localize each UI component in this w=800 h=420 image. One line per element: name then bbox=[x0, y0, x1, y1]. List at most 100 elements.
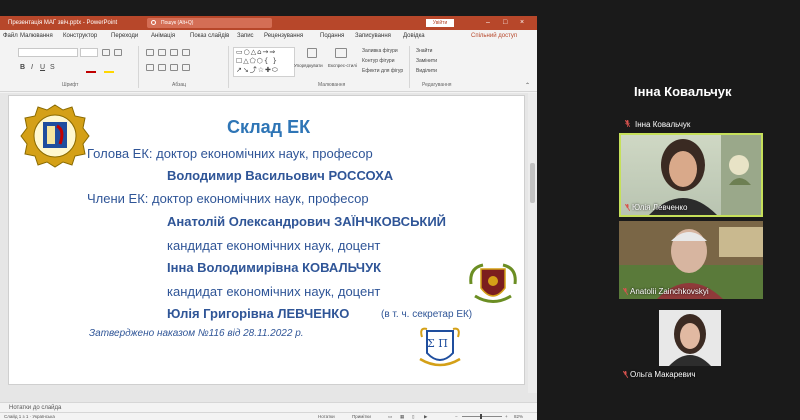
tab-record[interactable]: Запис bbox=[237, 33, 254, 39]
maximize-icon[interactable]: □ bbox=[503, 19, 507, 26]
participant-tile-makarevych[interactable]: Ольга Макаревич bbox=[619, 306, 763, 382]
numbering-icon[interactable] bbox=[158, 49, 166, 56]
close-icon[interactable]: × bbox=[520, 19, 524, 26]
strikethrough-icon[interactable]: S bbox=[50, 64, 55, 71]
mic-muted-icon bbox=[623, 288, 628, 295]
mic-muted-icon bbox=[623, 371, 628, 378]
ribbon-tabs: Файл Малювання Конструктор Переходи Анім… bbox=[0, 30, 537, 42]
slide-sorter-icon[interactable]: ▦ bbox=[400, 414, 404, 420]
scrollbar-thumb[interactable] bbox=[530, 163, 535, 203]
active-speaker-name: Інна Ковальчук bbox=[634, 84, 732, 99]
participant-tile-zainchkovskyi[interactable]: Anatolii Zainchkovskyi bbox=[619, 221, 763, 299]
mic-muted-icon bbox=[625, 204, 630, 211]
tab-file[interactable]: Файл bbox=[3, 33, 18, 39]
tab-transitions[interactable]: Переходи bbox=[111, 33, 138, 39]
slide-line-member3-name: Юлія Григорівна ЛЕВЧЕНКО bbox=[167, 306, 350, 321]
participant-name: Anatolii Zainchkovskyi bbox=[630, 287, 709, 296]
department-emblem-letters: Σ П bbox=[427, 337, 448, 350]
notes-status-button[interactable]: Нотатки bbox=[318, 414, 335, 419]
quick-styles-button[interactable]: Експрес-стилі bbox=[328, 47, 357, 79]
shrink-font-icon[interactable] bbox=[114, 49, 122, 56]
title-bar: Презентація МАГ звіч.pptx - PowerPoint П… bbox=[0, 16, 537, 30]
underline-icon[interactable]: U bbox=[40, 64, 45, 71]
group-label-editing: Редагування bbox=[422, 82, 452, 88]
shapes-gallery[interactable]: ▭○△⌂→⇒ ☐△⬠⬡{ } ↗↘⤴☆✚⬭ bbox=[233, 47, 295, 77]
highlight-icon[interactable] bbox=[104, 71, 114, 73]
search-box[interactable]: Пошук (Alt+Q) bbox=[147, 18, 272, 28]
minimize-icon[interactable]: – bbox=[486, 19, 490, 26]
slide-line-member1-name: Анатолій Олександрович ЗАЇНЧКОВСЬКИЙ bbox=[167, 214, 447, 229]
tab-draw[interactable]: Малювання bbox=[20, 33, 53, 39]
comments-status-button[interactable]: Примітки bbox=[352, 414, 371, 419]
align-center-icon[interactable] bbox=[158, 64, 166, 71]
zoom-level[interactable]: 82% bbox=[514, 414, 523, 419]
zoom-slider-knob[interactable] bbox=[480, 414, 482, 419]
bullets-icon[interactable] bbox=[146, 49, 154, 56]
indent-icon[interactable] bbox=[170, 49, 178, 56]
search-icon bbox=[151, 20, 156, 25]
bold-icon[interactable]: B bbox=[20, 64, 25, 71]
arrange-icon bbox=[307, 48, 317, 58]
font-color-icon[interactable] bbox=[86, 71, 96, 73]
screen: Презентація МАГ звіч.pptx - PowerPoint П… bbox=[0, 0, 800, 420]
profile-photo-makarevych bbox=[659, 310, 721, 366]
tab-recording[interactable]: Записування bbox=[355, 33, 391, 39]
tab-animations[interactable]: Анімація bbox=[151, 33, 175, 39]
shape-outline-button[interactable]: Контур фігури bbox=[362, 58, 394, 64]
group-label-font: Шрифт bbox=[62, 82, 79, 88]
reading-view-icon[interactable]: ▯ bbox=[412, 414, 414, 420]
tab-review[interactable]: Рецензування bbox=[264, 33, 303, 39]
shape-fill-button[interactable]: Заливка фігури bbox=[362, 48, 398, 54]
tab-design[interactable]: Конструктор bbox=[63, 33, 97, 39]
align-left-icon[interactable] bbox=[146, 64, 154, 71]
login-button[interactable]: Увійти bbox=[426, 19, 454, 27]
zoom-in-icon[interactable]: + bbox=[505, 414, 508, 419]
slide-line-member2-name: Інна Володимирівна КОВАЛЬЧУК bbox=[167, 260, 382, 275]
tab-help[interactable]: Довідка bbox=[403, 33, 425, 39]
status-bar: Слайд 1 з 1 · Українська Нотатки Примітк… bbox=[0, 412, 537, 420]
slide-line-chair-role: Голова ЕК: доктор економічних наук, проф… bbox=[87, 146, 373, 161]
quick-styles-label: Експрес-стилі bbox=[328, 63, 357, 68]
replace-button[interactable]: Замінити bbox=[416, 58, 437, 64]
group-divider bbox=[409, 46, 410, 88]
speaker-label: Інна Ковальчук bbox=[635, 120, 691, 129]
arrange-label: Упорядкувати bbox=[294, 63, 323, 68]
shape-effects-button[interactable]: Ефекти для фігур bbox=[362, 68, 403, 74]
university-crest-logo bbox=[20, 104, 90, 168]
faculty-emblem-logo bbox=[469, 263, 517, 303]
vertical-scrollbar[interactable] bbox=[528, 93, 537, 393]
justify-icon[interactable] bbox=[182, 64, 190, 71]
ribbon: B I U S Шрифт Абзац ▭○△⌂→⇒ ☐△⬠⬡{ } ↗↘⤴☆✚⬭ bbox=[0, 42, 537, 92]
italic-icon[interactable]: I bbox=[31, 64, 33, 71]
participant-name: Юлія Левченко bbox=[632, 203, 688, 212]
share-button[interactable]: Спільний доступ bbox=[471, 33, 517, 39]
align-right-icon[interactable] bbox=[170, 64, 178, 71]
tab-view[interactable]: Подання bbox=[320, 33, 344, 39]
group-label-drawing: Малювання bbox=[318, 82, 346, 88]
slide-approval-line: Затверджено наказом №116 від 28.11.2022 … bbox=[89, 328, 304, 339]
slideshow-icon[interactable]: ▶ bbox=[424, 414, 427, 420]
tab-slideshow[interactable]: Показ слайдів bbox=[190, 33, 229, 39]
collapse-ribbon-icon[interactable]: ⌃ bbox=[525, 82, 530, 89]
normal-view-icon[interactable]: ▭ bbox=[388, 414, 392, 420]
notes-label: Нотатки до слайда bbox=[9, 405, 62, 411]
select-button[interactable]: Виділити bbox=[416, 68, 437, 74]
participant-tile-levchenko[interactable]: Юлія Левченко bbox=[619, 133, 763, 217]
slide-line-members-role: Члени ЕК: доктор економічних наук, профе… bbox=[87, 191, 369, 206]
slide-line-member2-degree: кандидат економічних наук, доцент bbox=[167, 238, 381, 253]
find-button[interactable]: Знайти bbox=[416, 48, 432, 54]
arrange-button[interactable]: Упорядкувати bbox=[294, 47, 324, 79]
group-label-paragraph: Абзац bbox=[172, 82, 187, 88]
slide-secretary-note: (в т. ч. секретар ЕК) bbox=[381, 309, 473, 320]
zoom-out-icon[interactable]: − bbox=[455, 414, 458, 419]
font-size-box[interactable] bbox=[80, 48, 98, 57]
zoom-slider[interactable] bbox=[462, 414, 502, 419]
search-placeholder: Пошук (Alt+Q) bbox=[161, 20, 194, 26]
grow-font-icon[interactable] bbox=[102, 49, 110, 56]
font-name-box[interactable] bbox=[18, 48, 78, 57]
line-spacing-icon[interactable] bbox=[182, 49, 190, 56]
mic-muted-icon bbox=[625, 120, 630, 127]
group-divider bbox=[138, 46, 139, 88]
notes-bar[interactable]: Нотатки до слайда bbox=[0, 402, 537, 412]
group-divider bbox=[228, 46, 229, 88]
